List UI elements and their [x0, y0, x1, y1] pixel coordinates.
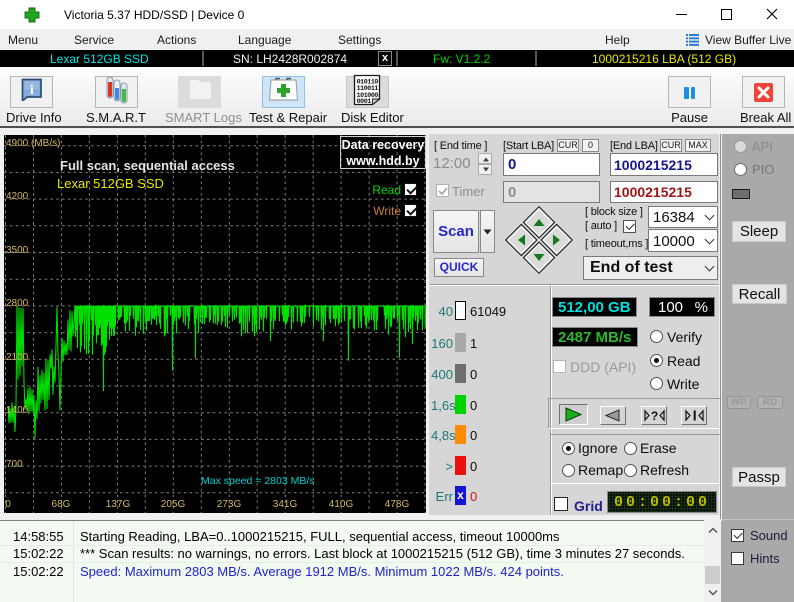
svg-text:0001: 0001	[357, 98, 372, 105]
svg-text:?: ?	[651, 409, 658, 422]
svg-text:i: i	[30, 83, 34, 98]
